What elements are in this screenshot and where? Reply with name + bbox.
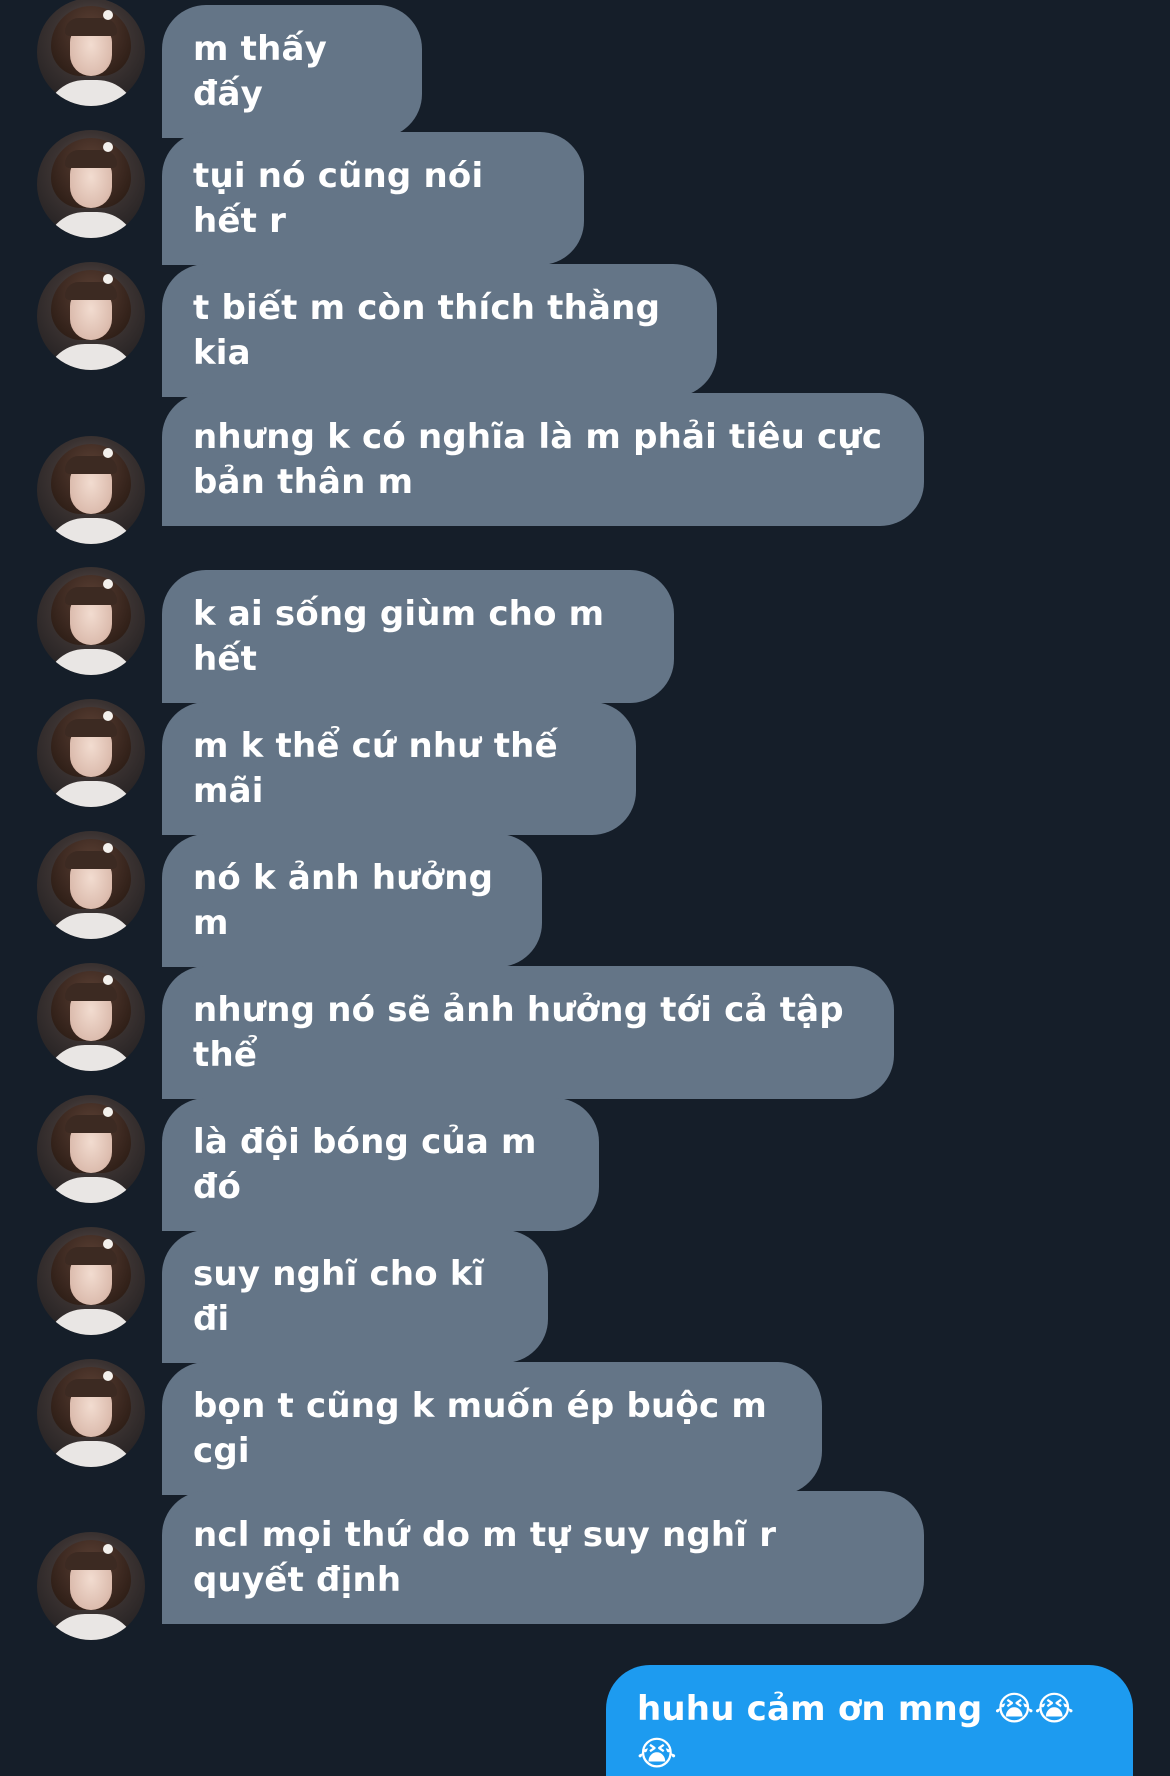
received-message-bubble[interactable]: nó k ảnh hưởng m	[162, 834, 542, 967]
sender-avatar[interactable]	[37, 963, 145, 1071]
sender-avatar[interactable]	[37, 262, 145, 370]
received-message-bubble[interactable]: bọn t cũng k muốn ép buộc m cgi	[162, 1362, 822, 1495]
sender-avatar[interactable]	[37, 1532, 145, 1640]
chat-thread: m thấy đấy tụi nó cũng nói hết r t biết …	[0, 0, 1170, 1776]
sender-avatar[interactable]	[37, 0, 145, 106]
sender-avatar[interactable]	[37, 699, 145, 807]
sender-avatar[interactable]	[37, 1227, 145, 1335]
received-message-bubble[interactable]: nhưng k có nghĩa là m phải tiêu cực bản …	[162, 393, 924, 526]
received-message-bubble[interactable]: k ai sống giùm cho m hết	[162, 570, 674, 703]
received-message-bubble[interactable]: tụi nó cũng nói hết r	[162, 132, 584, 265]
received-message-bubble[interactable]: là đội bóng của m đó	[162, 1098, 599, 1231]
sent-message-bubble[interactable]: huhu cảm ơn mng 😭😭😭	[606, 1665, 1133, 1776]
sender-avatar[interactable]	[37, 1095, 145, 1203]
sender-avatar[interactable]	[37, 1359, 145, 1467]
received-message-bubble[interactable]: suy nghĩ cho kĩ đi	[162, 1230, 548, 1363]
received-message-bubble[interactable]: nhưng nó sẽ ảnh hưởng tới cả tập thể	[162, 966, 894, 1099]
received-message-bubble[interactable]: m k thể cứ như thế mãi	[162, 702, 636, 835]
received-message-bubble[interactable]: m thấy đấy	[162, 5, 422, 138]
received-message-bubble[interactable]: t biết m còn thích thằng kia	[162, 264, 717, 397]
received-message-bubble[interactable]: ncl mọi thứ do m tự suy nghĩ r quyết địn…	[162, 1491, 924, 1624]
sender-avatar[interactable]	[37, 130, 145, 238]
sender-avatar[interactable]	[37, 567, 145, 675]
sender-avatar[interactable]	[37, 436, 145, 544]
sender-avatar[interactable]	[37, 831, 145, 939]
